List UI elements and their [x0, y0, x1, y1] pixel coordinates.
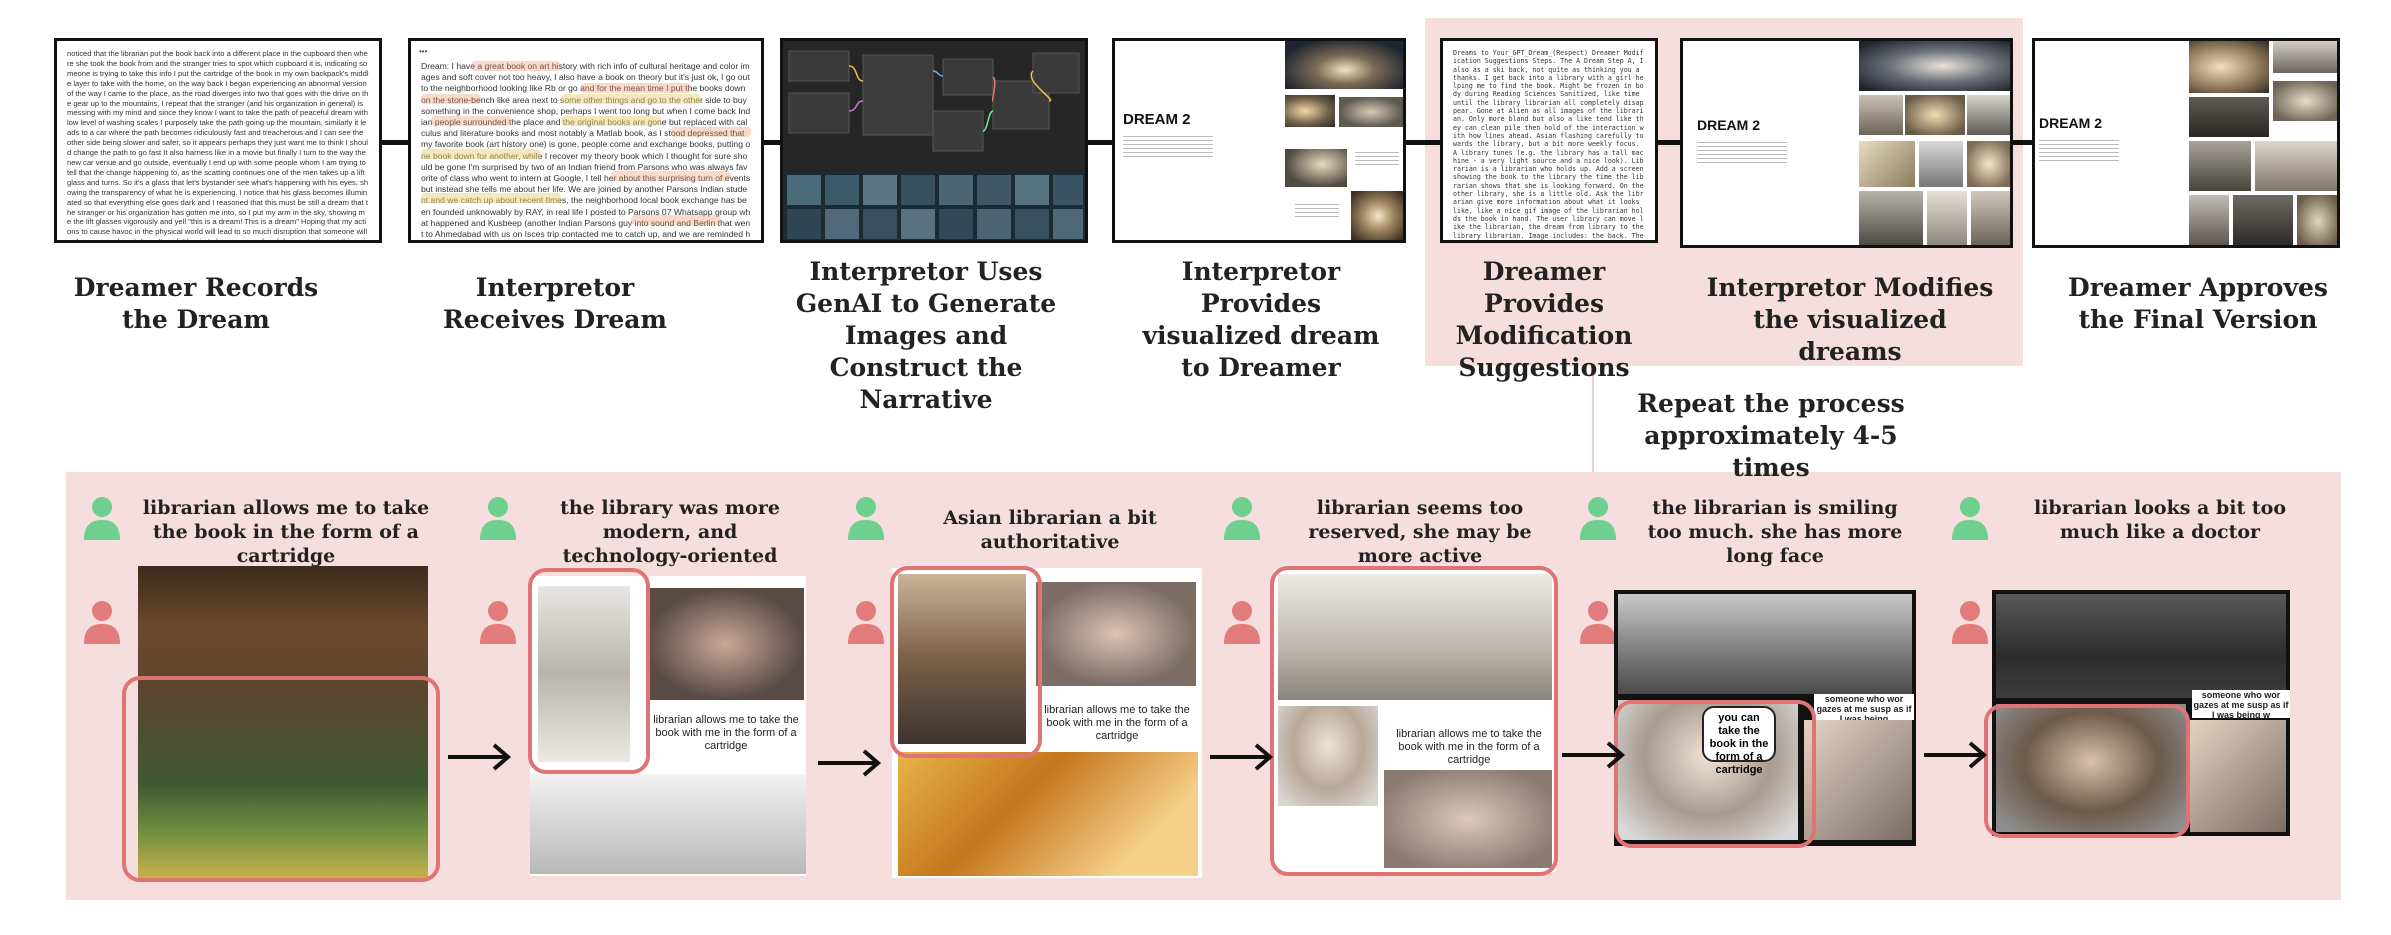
dream-image	[2189, 195, 2229, 245]
person-icon-red	[848, 601, 884, 644]
step-label: Interpretor Provides visualized dream to…	[1142, 257, 1380, 382]
dreamer-comment: librarian seems too reserved, she may be…	[1308, 497, 1532, 567]
person-icon-red	[480, 601, 516, 644]
step-label: Interpretor Modifies the visualized drea…	[1706, 273, 1994, 366]
dream-image	[1859, 141, 1915, 187]
highlight-outline	[528, 568, 650, 774]
highlight-outline	[890, 566, 1042, 758]
dreamer-comment: librarian allows me to take the book in …	[142, 497, 430, 567]
dream-image	[1351, 191, 1403, 240]
person-icon-green	[1952, 497, 1988, 540]
cartridge-caption: librarian allows me to take the book wit…	[653, 714, 799, 752]
dream-image	[1285, 149, 1347, 187]
dream-image	[2273, 81, 2337, 121]
genai-workflow-panel	[780, 38, 1088, 243]
step-label: Dreamer Provides Modification Suggestion…	[1455, 257, 1633, 382]
step-label: Dreamer Approves the Final Version	[2068, 273, 2328, 334]
dreamer-comment: the library was more modern, and technol…	[560, 497, 780, 567]
person-icon-red	[1952, 601, 1988, 644]
person-icon-green	[848, 497, 884, 540]
dream-title: DREAM 2	[1697, 117, 1761, 133]
library-image	[1996, 594, 2286, 698]
received-dream-panel: ••• Dream: I have a great book on art hi…	[408, 38, 764, 243]
highlight-outline	[122, 676, 440, 882]
modification-text: Dreams to Your_GPT_Dream_(Respect) Dream…	[1453, 49, 1644, 240]
dream-image	[1967, 141, 2010, 187]
dream-image	[1859, 191, 1923, 245]
right-arrow-icon	[448, 743, 512, 771]
dream-image	[1967, 95, 2010, 135]
dream-image	[2273, 41, 2337, 73]
partial-caption: someone who wor gazes at me susp as if I…	[2192, 690, 2290, 718]
person-icon-green	[480, 497, 516, 540]
hands-image	[2190, 720, 2286, 832]
dream-image	[1859, 41, 2010, 91]
repeat-note: Repeat the process approximately 4-5 tim…	[1637, 389, 1905, 482]
timeline-segment	[380, 140, 410, 145]
dream-image	[1859, 95, 1903, 135]
recorded-dream-text: noticed that the librarian put the book …	[67, 49, 369, 243]
library-image	[898, 752, 1198, 876]
recorded-dream-panel: noticed that the librarian put the book …	[54, 38, 382, 243]
library-image	[530, 774, 806, 874]
library-image	[1618, 594, 1912, 694]
timeline-segment	[762, 140, 782, 145]
dreamer-comment: Asian librarian a bit authoritative	[943, 507, 1157, 553]
dream-image	[2189, 141, 2251, 191]
modification-suggestions-panel: Dreams to Your_GPT_Dream_(Respect) Dream…	[1440, 38, 1658, 243]
dreamer-comment: the librarian is smiling too much. she h…	[1647, 497, 1903, 567]
dream-image	[1919, 141, 1963, 187]
dream-image	[2189, 97, 2269, 137]
right-arrow-icon	[1562, 741, 1626, 769]
dream-image	[1971, 191, 2010, 245]
modified-dream-panel: DREAM 2	[1680, 38, 2013, 248]
dream-image	[1285, 95, 1335, 127]
dream-image	[2233, 195, 2293, 245]
person-icon-red	[84, 601, 120, 644]
timeline-segment	[1656, 140, 1682, 145]
right-arrow-icon	[1210, 743, 1274, 771]
node-graph	[783, 50, 1085, 240]
highlight-outline	[1614, 700, 1816, 848]
dreamer-comment: librarian looks a bit too much like a do…	[2034, 497, 2286, 543]
highlight-outline	[1984, 704, 2190, 838]
dream-image	[1339, 97, 1403, 127]
dream-image	[1927, 191, 1967, 245]
person-icon-red	[1580, 601, 1616, 644]
dream-image	[2297, 195, 2337, 245]
hands-image	[1036, 582, 1196, 686]
person-icon-red	[1224, 601, 1260, 644]
hands-image	[646, 588, 804, 700]
timeline-segment	[1404, 140, 1444, 145]
step-label: Interpretor Uses GenAI to Generate Image…	[795, 257, 1057, 414]
step-label: Dreamer Records the Dream	[73, 273, 319, 334]
step-label: Interpretor Receives Dream	[443, 273, 667, 334]
dream-image	[2255, 141, 2337, 191]
person-icon-green	[84, 497, 120, 540]
dream-title: DREAM 2	[1123, 111, 1191, 128]
dream-image	[1905, 95, 1965, 135]
visualized-dream-panel: DREAM 2	[1112, 38, 1406, 243]
dream-image	[2189, 41, 2269, 93]
highlight-outline	[1270, 566, 1558, 876]
timeline-segment	[1086, 140, 1114, 145]
right-arrow-icon	[1924, 741, 1988, 769]
dream-image	[1285, 41, 1403, 89]
dream-title: DREAM 2	[2039, 115, 2103, 131]
person-icon-green	[1580, 497, 1616, 540]
partial-caption: someone who wor gazes at me susp as if I…	[1814, 694, 1914, 720]
final-version-panel: DREAM 2	[2032, 38, 2340, 248]
hands-image	[1804, 720, 1912, 840]
cartridge-caption: librarian allows me to take the book wit…	[1044, 704, 1190, 742]
right-arrow-icon	[818, 749, 882, 777]
person-icon-green	[1224, 497, 1260, 540]
